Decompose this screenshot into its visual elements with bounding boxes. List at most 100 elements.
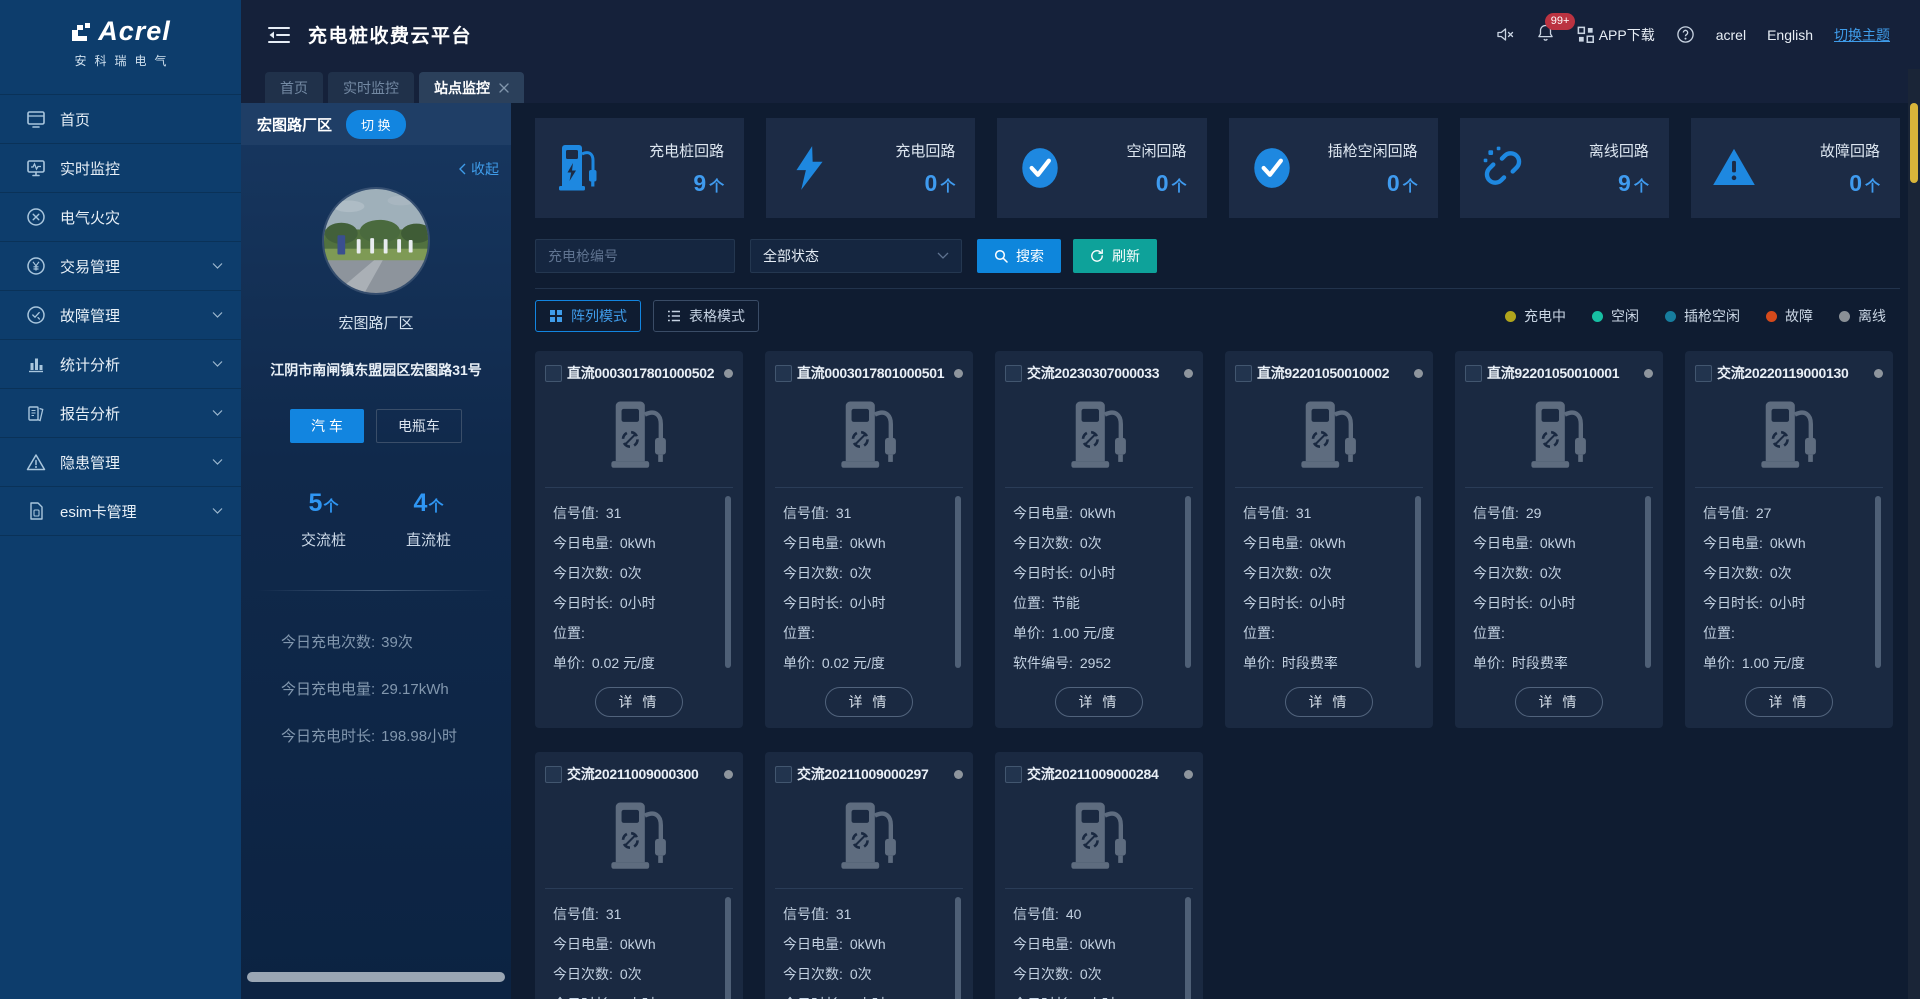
charger-checkbox[interactable]	[1235, 365, 1252, 382]
card-scrollbar[interactable]	[1875, 496, 1881, 668]
legend-item: 故障	[1766, 306, 1813, 326]
detail-button[interactable]: 详 情	[825, 687, 913, 717]
vehicle-tab-car[interactable]: 汽 车	[290, 409, 364, 443]
card-scrollbar[interactable]	[955, 897, 961, 999]
charger-checkbox[interactable]	[1005, 365, 1022, 382]
charger-stat-row: 软件编号:2952	[1013, 648, 1185, 678]
card-scrollbar[interactable]	[1185, 496, 1191, 668]
mute-icon[interactable]	[1496, 25, 1515, 44]
station-strip: 宏图路厂区 切 换	[241, 103, 511, 145]
horizontal-scrollbar[interactable]	[247, 972, 505, 982]
sidebar-item-esim-mgmt[interactable]: esim卡管理	[0, 487, 241, 536]
charger-checkbox[interactable]	[1695, 365, 1712, 382]
charger-stat-row: 今日次数:0次	[553, 558, 725, 588]
charger-checkbox[interactable]	[1005, 766, 1022, 783]
charging-pile-icon	[1455, 383, 1663, 487]
sidebar-item-home[interactable]: 首页	[0, 95, 241, 144]
station-photo	[322, 187, 430, 295]
card-scrollbar[interactable]	[955, 496, 961, 668]
tab-label: 站点监控	[434, 78, 490, 98]
card-scrollbar[interactable]	[725, 897, 731, 999]
card-scrollbar[interactable]	[1645, 496, 1651, 668]
charger-status-dot	[954, 770, 963, 779]
sidebar-nav: 首页实时监控电气火灾交易管理故障管理统计分析报告分析隐患管理esim卡管理	[0, 94, 241, 536]
charger-stat-row: 今日时长:0小时	[1703, 588, 1875, 618]
charger-stat-row: 信号值:31	[553, 899, 725, 929]
notifications-bell[interactable]: 99+	[1536, 23, 1555, 47]
card-scrollbar[interactable]	[1185, 897, 1191, 999]
help-icon[interactable]	[1676, 25, 1695, 44]
charger-grid: 直流0003017801000502信号值:31今日电量:0kWh今日次数:0次…	[535, 351, 1900, 999]
charger-checkbox[interactable]	[775, 365, 792, 382]
charger-card: 交流20211009000297信号值:31今日电量:0kWh今日次数:0次今日…	[765, 752, 973, 999]
tab-station-monitor[interactable]: 站点监控	[419, 72, 524, 103]
charger-checkbox[interactable]	[545, 365, 562, 382]
sidebar-item-label: 实时监控	[60, 158, 120, 179]
theme-switch-link[interactable]: 切换主题	[1834, 25, 1890, 45]
view-mode-label: 表格模式	[689, 306, 745, 326]
menu-fold-icon[interactable]	[267, 25, 291, 45]
charger-stat-row: 位置:节能	[1013, 588, 1185, 618]
sidebar-item-stats-analysis[interactable]: 统计分析	[0, 340, 241, 389]
charger-checkbox[interactable]	[775, 766, 792, 783]
view-mode-array[interactable]: 阵列模式	[535, 300, 641, 332]
brand-subtitle: 安科瑞电气	[0, 52, 241, 69]
tab-realtime[interactable]: 实时监控	[328, 72, 414, 103]
filter-row: 全部状态 搜索 刷	[535, 239, 1900, 273]
summary-card-value: 9个	[649, 170, 724, 197]
stats-icon	[26, 354, 46, 374]
detail-button[interactable]: 详 情	[1055, 687, 1143, 717]
summary-card-value: 0个	[895, 170, 955, 197]
charger-stat-row: 位置:	[553, 618, 725, 648]
charger-name: 交流20230307000033	[1027, 363, 1159, 383]
charger-name: 交流20211009000300	[567, 764, 698, 784]
charging-pile-icon	[555, 144, 601, 192]
charger-checkbox[interactable]	[1465, 365, 1482, 382]
view-mode-table[interactable]: 表格模式	[653, 300, 759, 332]
switch-station-button[interactable]: 切 换	[346, 110, 406, 139]
refresh-button[interactable]: 刷新	[1073, 239, 1157, 273]
app-download-label: APP下载	[1599, 25, 1655, 45]
app-download-link[interactable]: APP下载	[1576, 25, 1655, 45]
charger-stat-row: 位置:	[1703, 618, 1875, 648]
sidebar-item-hazard-mgmt[interactable]: 隐患管理	[0, 438, 241, 487]
charger-stat-row: 位置:	[783, 618, 955, 648]
unlink-icon	[1480, 144, 1526, 192]
detail-button[interactable]: 详 情	[1745, 687, 1833, 717]
charger-checkbox[interactable]	[545, 766, 562, 783]
sidebar-item-realtime-monitor[interactable]: 实时监控	[0, 144, 241, 193]
status-select[interactable]: 全部状态	[750, 239, 962, 273]
detail-button[interactable]: 详 情	[1515, 687, 1603, 717]
summary-card-label: 离线回路	[1589, 140, 1649, 161]
vehicle-tab-ebike[interactable]: 电瓶车	[376, 409, 462, 443]
language-switch[interactable]: English	[1767, 27, 1813, 43]
sim-icon	[26, 501, 46, 521]
charger-status-dot	[1184, 770, 1193, 779]
username[interactable]: acrel	[1716, 27, 1746, 43]
hazard-icon	[26, 452, 46, 472]
summary-card: 充电桩回路9个	[535, 118, 744, 218]
sidebar-item-electrical-fire[interactable]: 电气火灾	[0, 193, 241, 242]
charger-stat-row: 信号值:40	[1013, 899, 1185, 929]
card-scrollbar[interactable]	[725, 496, 731, 668]
charger-stat-row: 信号值:31	[783, 498, 955, 528]
report-icon	[26, 403, 46, 423]
sidebar-item-transaction-mgmt[interactable]: 交易管理	[0, 242, 241, 291]
summary-card: 故障回路0个	[1691, 118, 1900, 218]
summary-card: 充电回路0个	[766, 118, 975, 218]
summary-card-label: 插枪空闲回路	[1328, 140, 1418, 161]
page-scrollbar[interactable]	[1908, 69, 1920, 999]
page-scrollbar-thumb[interactable]	[1910, 103, 1918, 183]
gun-number-input[interactable]	[535, 239, 735, 273]
card-scrollbar[interactable]	[1415, 496, 1421, 668]
search-label: 搜索	[1016, 246, 1044, 266]
sidebar-item-fault-mgmt[interactable]: 故障管理	[0, 291, 241, 340]
collapse-link[interactable]: 收起	[241, 145, 511, 179]
close-icon[interactable]	[499, 83, 509, 93]
tab-home[interactable]: 首页	[265, 72, 323, 103]
search-button[interactable]: 搜索	[977, 239, 1061, 273]
detail-button[interactable]: 详 情	[1285, 687, 1373, 717]
detail-button[interactable]: 详 情	[595, 687, 683, 717]
charger-stat-row: 单价:时段费率	[1473, 648, 1645, 678]
sidebar-item-report-analysis[interactable]: 报告分析	[0, 389, 241, 438]
